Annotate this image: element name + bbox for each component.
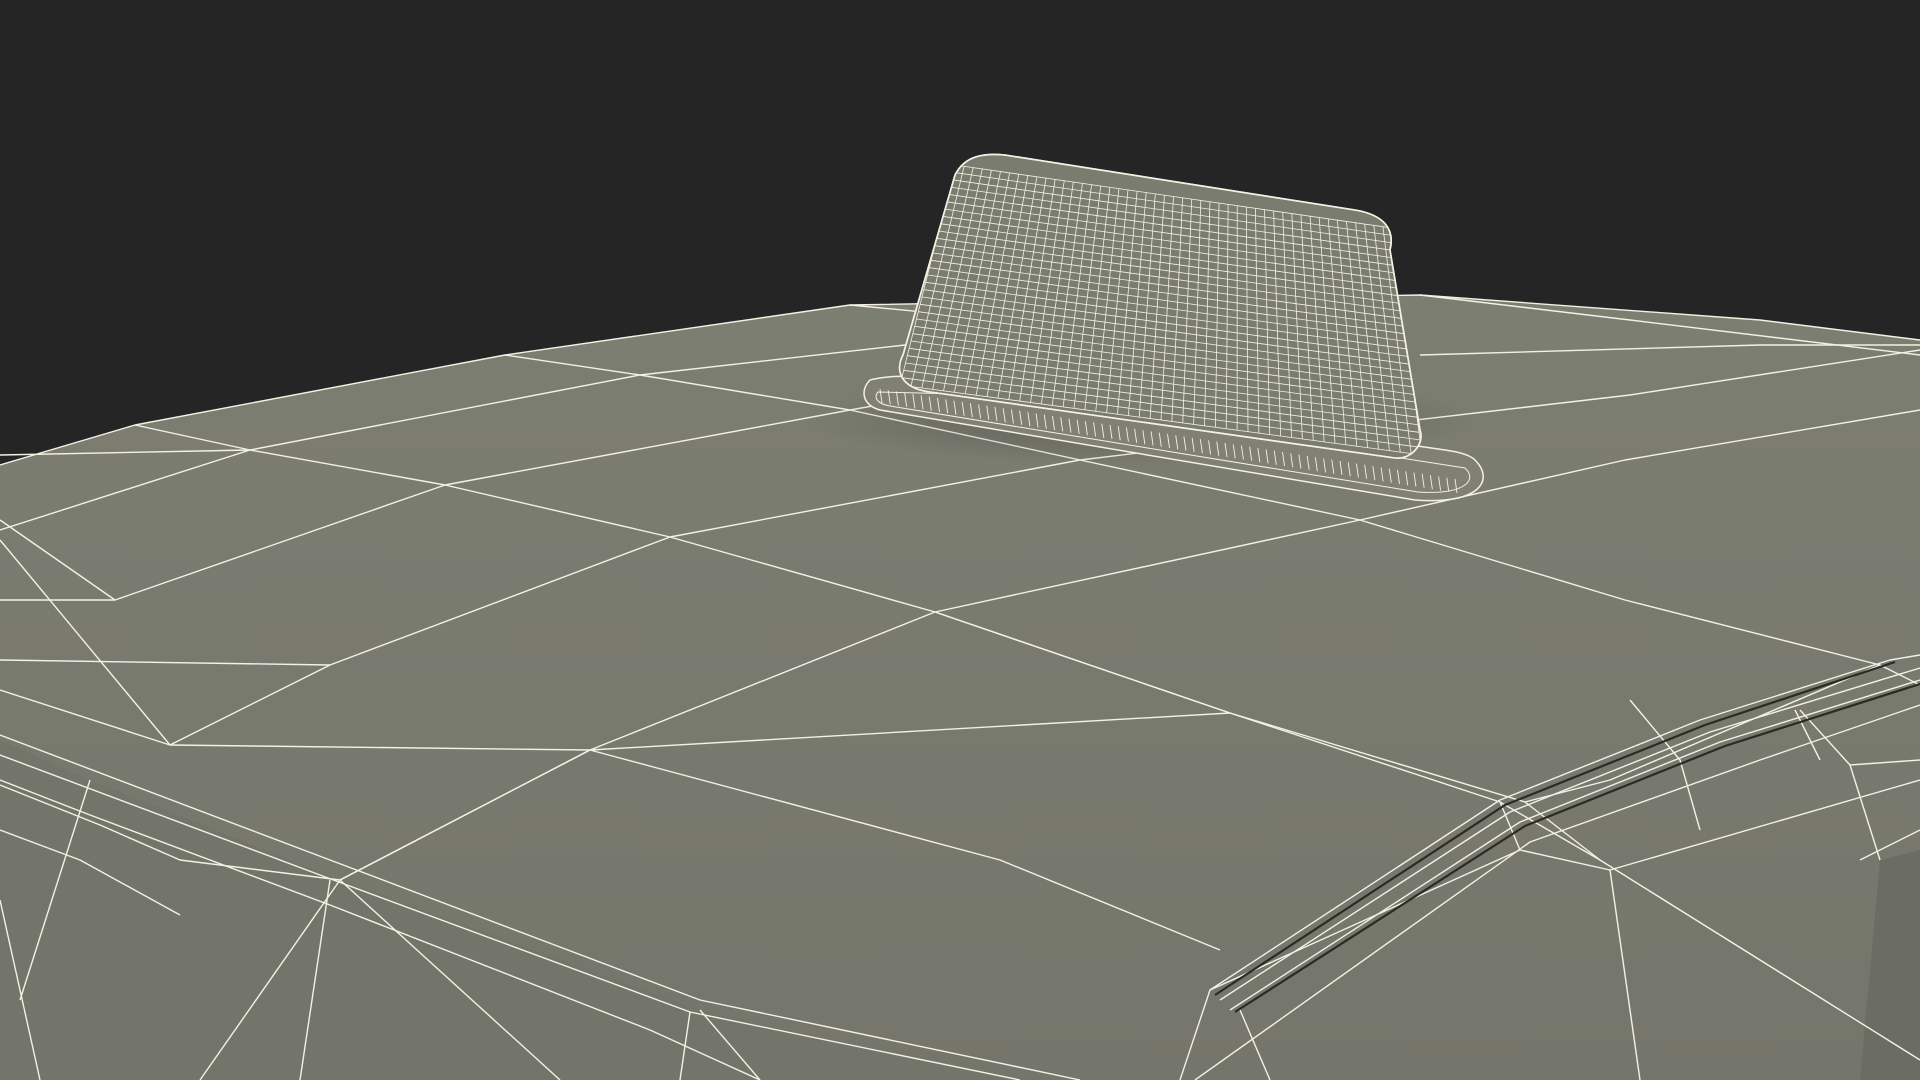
wireframe-render-viewport	[0, 0, 1920, 1080]
